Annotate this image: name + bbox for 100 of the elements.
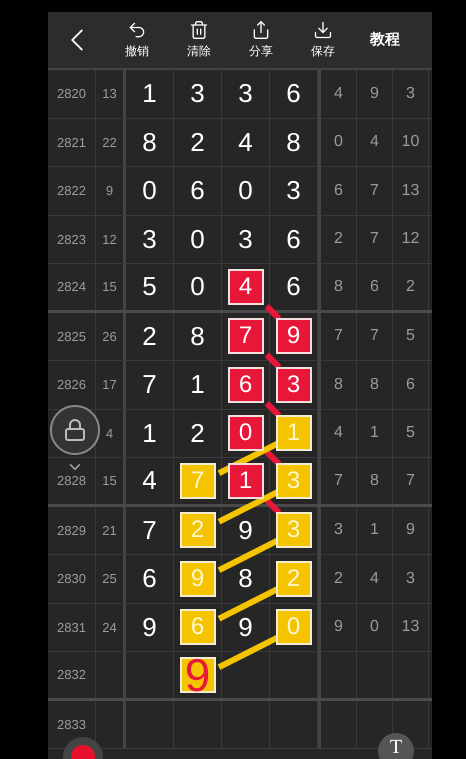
stat-value: 3	[334, 520, 343, 540]
stat-value: 6	[370, 276, 379, 297]
digit: 3	[142, 222, 157, 256]
period-number: 2820	[57, 85, 86, 103]
sum-value: 24	[102, 618, 117, 636]
sum-value: 22	[102, 134, 117, 152]
connector-line	[264, 401, 282, 418]
toolbar-button[interactable]: 分享	[230, 20, 292, 60]
repeat-digit: 3	[276, 462, 312, 499]
sum-value: 21	[102, 522, 117, 540]
digit: 0	[190, 222, 205, 256]
digit: 4	[142, 464, 157, 498]
period-number: 2824	[57, 278, 86, 296]
digit: 7	[142, 514, 157, 547]
stat-value: 13	[402, 617, 420, 638]
digit: 8	[142, 126, 157, 159]
digit: 6	[190, 174, 205, 208]
toolbar-button[interactable]: 保存	[292, 20, 354, 60]
sum-value: 26	[102, 328, 117, 346]
stat-value: 9	[406, 520, 415, 540]
predicted-digit: 9	[180, 656, 216, 693]
connector-line	[264, 352, 282, 370]
download-icon	[313, 20, 333, 40]
digit: 7	[142, 368, 157, 402]
stat-value: 8	[370, 374, 379, 395]
period-number: 2825	[57, 328, 86, 346]
stat-value: 4	[334, 423, 343, 444]
stat-value: 7	[406, 470, 415, 491]
period-number: 2828	[57, 472, 86, 490]
stat-value: 6	[406, 374, 415, 395]
digit: 6	[142, 562, 157, 596]
stat-value: 12	[402, 229, 420, 250]
digit: 8	[286, 126, 301, 159]
sum-value: 13	[102, 85, 117, 103]
digit: 6	[286, 77, 301, 110]
stat-value: 2	[334, 568, 343, 589]
digit: 2	[190, 126, 205, 159]
stat-value: 9	[334, 617, 343, 638]
digit: 9	[238, 514, 253, 547]
stat-value: 4	[370, 132, 379, 152]
digit: 6	[286, 222, 301, 256]
marked-digit: 1	[228, 462, 264, 499]
digit: 3	[238, 77, 253, 110]
digit: 3	[286, 174, 301, 208]
stat-value: 1	[370, 423, 379, 444]
period-number: 2833	[57, 716, 86, 734]
stat-value: 4	[370, 568, 379, 589]
digit: 5	[142, 270, 157, 304]
period-number: 2822	[57, 182, 86, 200]
share-icon	[251, 20, 271, 40]
repeat-digit: 3	[276, 512, 312, 548]
tutorial-button[interactable]: 教程	[370, 28, 400, 52]
digit: 9	[238, 610, 253, 644]
digit: 1	[142, 77, 157, 110]
stat-value: 2	[406, 276, 415, 297]
marked-digit: 7	[228, 318, 264, 354]
sum-value: 15	[102, 278, 117, 296]
stat-value: 10	[402, 132, 420, 152]
repeat-digit: 6	[180, 609, 216, 646]
stat-value: 0	[334, 132, 343, 152]
sum-value: 12	[102, 230, 117, 248]
digit: 3	[238, 222, 253, 256]
marked-digit: 0	[228, 415, 264, 452]
period-number: 2831	[57, 618, 86, 636]
stat-value: 8	[334, 276, 343, 297]
stat-value: 2	[334, 229, 343, 250]
sum-value: 17	[102, 376, 117, 394]
trash-icon	[189, 20, 209, 40]
marked-digit: 3	[276, 366, 312, 403]
repeat-digit: 9	[180, 560, 216, 597]
stat-value: 4	[334, 84, 343, 104]
period-number: 2832	[57, 666, 86, 684]
period-number: 2823	[57, 230, 86, 248]
stat-value: 3	[406, 84, 415, 104]
period-number: 2830	[57, 570, 86, 588]
digit: 0	[142, 174, 157, 208]
digit: 3	[190, 77, 205, 110]
stat-value: 8	[370, 470, 379, 491]
repeat-digit: 7	[180, 462, 216, 499]
stat-value: 7	[334, 470, 343, 491]
digit: 2	[142, 320, 157, 353]
period-number: 2829	[57, 522, 86, 540]
marked-digit: 6	[228, 366, 264, 403]
digit: 4	[238, 126, 253, 159]
toolbar-button[interactable]: 撤销	[106, 20, 168, 60]
digit: 1	[190, 368, 205, 402]
stat-value: 5	[406, 326, 415, 346]
stat-value: 0	[370, 617, 379, 638]
stat-value: 8	[334, 374, 343, 395]
sum-value: 25	[102, 570, 117, 588]
sum-value: 15	[102, 472, 117, 490]
stat-value: 6	[334, 180, 343, 201]
sum-value: 4	[106, 424, 114, 442]
stat-value: 1	[370, 520, 379, 540]
connector-line	[264, 304, 282, 321]
marked-digit: 9	[276, 318, 312, 354]
toolbar-button[interactable]: 清除	[168, 20, 230, 60]
stat-value: 7	[334, 326, 343, 346]
period-number: 2826	[57, 376, 86, 394]
digit: 6	[286, 270, 301, 304]
